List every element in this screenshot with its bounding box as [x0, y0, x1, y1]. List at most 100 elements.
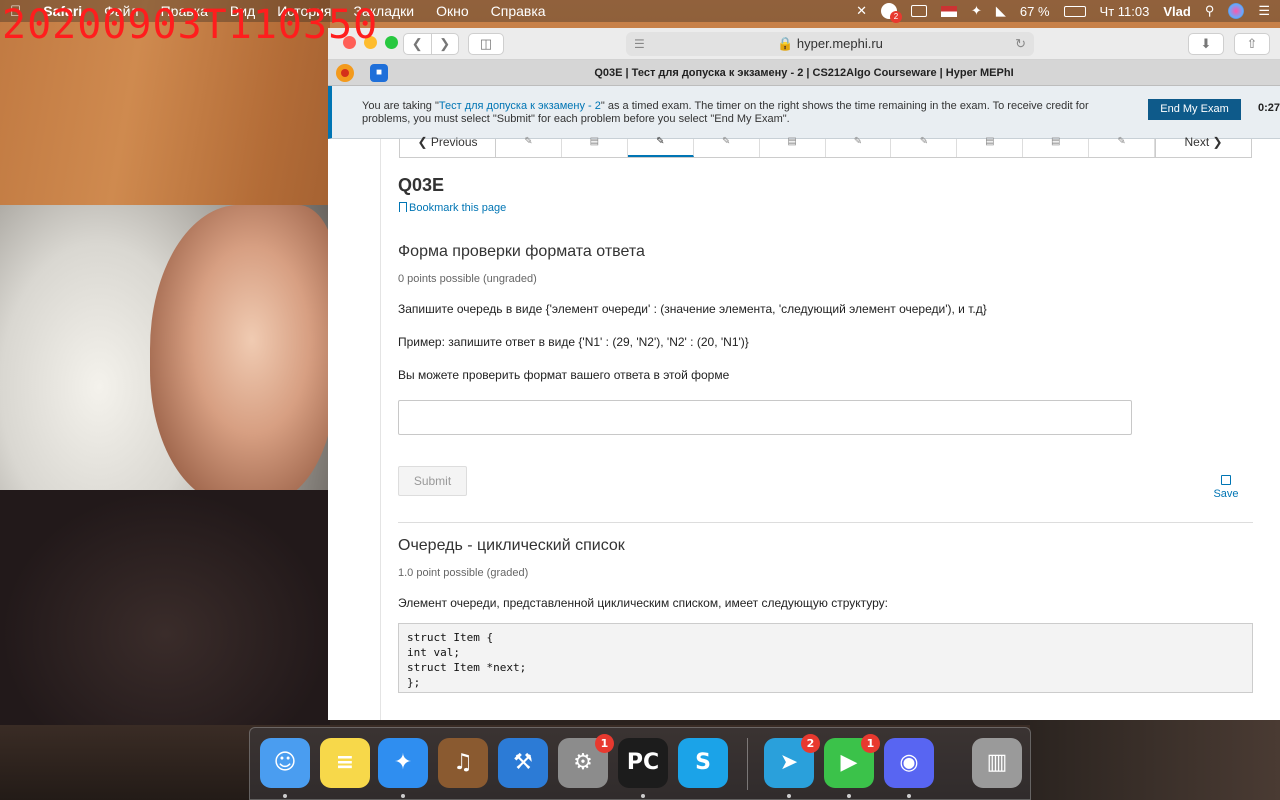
wifi-icon[interactable]: ◣: [996, 3, 1006, 19]
problem-divider: [398, 522, 1253, 523]
sidebar-toggle-button[interactable]: ◫: [468, 33, 504, 55]
recording-timestamp: 20200903T110350: [2, 2, 379, 48]
downloads-button[interactable]: ⬇: [1188, 33, 1224, 55]
notification-icon[interactable]: 2: [880, 3, 902, 23]
notes-icon[interactable]: ≡: [320, 738, 370, 788]
siri-icon[interactable]: [1228, 3, 1245, 19]
problem1-points: 0 points possible (ungraded): [398, 273, 537, 285]
flag-icon[interactable]: [940, 5, 957, 17]
running-indicator: [401, 794, 405, 798]
content-rail: [380, 139, 381, 720]
bookmark-link[interactable]: Bookmark this page: [399, 202, 506, 214]
running-indicator: [641, 794, 645, 798]
problem1-hint: Вы можете проверить формат вашего ответа…: [398, 368, 730, 382]
save-button[interactable]: Save: [1208, 475, 1244, 500]
desk-corner: [1030, 720, 1280, 800]
pycharm-icon[interactable]: PC: [618, 738, 668, 788]
problem1-title: Форма проверки формата ответа: [398, 243, 645, 260]
display-icon[interactable]: [910, 5, 927, 17]
fullscreen-window-button[interactable]: [385, 36, 398, 49]
sequence-nav: ❮ Previous ✎ ▤ ✎ ✎ ▤ ✎ ✎ ▤ ▤ ✎ Next ❯: [399, 136, 1252, 158]
tab-bar: ■ Q03E | Тест для допуска к экзамену - 2…: [328, 60, 1280, 86]
menu-window[interactable]: Окно: [436, 3, 469, 20]
dock-badge: 2: [801, 734, 820, 753]
timed-exam-banner: You are taking "Тест для допуска к экзам…: [328, 86, 1280, 139]
finder-icon[interactable]: ☺: [260, 738, 310, 788]
notification-center-icon[interactable]: ☰: [1258, 3, 1270, 19]
bluetooth-icon[interactable]: ✦: [971, 3, 982, 19]
mic-muted-icon[interactable]: ✕: [856, 3, 867, 19]
browser-toolbar: ❮ ❯ ◫ ☰ 🔒 hyper.mephi.ru ↻ ⬇ ⇧: [328, 28, 1280, 60]
sequence-item[interactable]: ▤: [562, 137, 628, 157]
save-icon: [1221, 475, 1231, 485]
sequence-item-active[interactable]: ✎: [627, 137, 694, 157]
person-shirt: [0, 490, 330, 730]
trash-icon[interactable]: ▥: [972, 738, 1022, 788]
menu-help[interactable]: Справка: [491, 3, 546, 20]
previous-label: Previous: [430, 135, 478, 149]
battery-percent: 67 %: [1019, 3, 1050, 19]
sequence-item[interactable]: ✎: [496, 137, 562, 157]
user-name[interactable]: Vlad: [1163, 4, 1190, 19]
running-indicator: [787, 794, 791, 798]
unit-title: Q03E: [398, 175, 445, 195]
problem2-points: 1.0 point possible (graded): [398, 567, 529, 579]
exam-message-prefix: You are taking ": [362, 100, 439, 112]
back-button[interactable]: ❮: [404, 34, 432, 54]
skype-icon[interactable]: S: [678, 738, 728, 788]
spotlight-icon[interactable]: ⚲: [1205, 3, 1215, 19]
submit-button[interactable]: Submit: [398, 466, 467, 496]
problem1-example: Пример: запишите ответ в виде {'N1' : (2…: [398, 335, 749, 349]
previous-button[interactable]: ❮ Previous: [400, 136, 496, 157]
favorite-site-icon[interactable]: [336, 64, 354, 82]
running-indicator: [283, 794, 287, 798]
favorites: ■: [336, 64, 388, 82]
code-block: struct Item { int val; struct Item *next…: [398, 623, 1253, 693]
exam-timer: 0:27:: [1258, 102, 1280, 114]
problem2-title: Очередь - циклический список: [398, 537, 625, 554]
telegram-icon[interactable]: ➤ 2: [764, 734, 820, 788]
clock[interactable]: Чт 11:03: [1100, 4, 1150, 19]
exam-message: You are taking "Тест для допуска к экзам…: [362, 100, 1092, 126]
nav-buttons: ❮ ❯: [403, 33, 459, 55]
sequence-item[interactable]: ▤: [1023, 137, 1090, 157]
address-bar[interactable]: ☰ 🔒 hyper.mephi.ru ↻: [626, 32, 1034, 56]
exam-link[interactable]: Тест для допуска к экзамену - 2: [439, 100, 601, 112]
next-button[interactable]: Next ❯: [1155, 136, 1251, 157]
save-label: Save: [1213, 488, 1239, 500]
next-label: Next: [1184, 135, 1210, 149]
notification-badge: 2: [889, 11, 902, 23]
running-indicator: [907, 794, 911, 798]
sequence-item[interactable]: ▤: [957, 137, 1024, 157]
battery-icon[interactable]: [1063, 5, 1086, 17]
discord-icon[interactable]: ◉: [884, 738, 934, 788]
problem2-text: Элемент очереди, представленной цикличес…: [398, 596, 889, 610]
sequence-item[interactable]: ✎: [694, 137, 760, 157]
dock-separator: [747, 738, 748, 790]
sequence-item[interactable]: ✎: [891, 137, 958, 157]
facetime-icon[interactable]: ▶ 1: [824, 734, 880, 788]
end-exam-button[interactable]: End My Exam: [1148, 99, 1241, 120]
answer-input[interactable]: [398, 400, 1132, 435]
gear-icon[interactable]: ⚙ 1: [558, 734, 614, 788]
sequence-item[interactable]: ✎: [1089, 137, 1156, 157]
course-content: ❮ Previous ✎ ▤ ✎ ✎ ▤ ✎ ✎ ▤ ▤ ✎ Next ❯ Q0…: [328, 136, 1280, 720]
forward-button[interactable]: ❯: [432, 34, 459, 54]
safari-window: ❮ ❯ ◫ ☰ 🔒 hyper.mephi.ru ↻ ⬇ ⇧ ■ Q03E | …: [328, 28, 1280, 720]
menubar-right: ✕ 2 ✦ ◣ 67 % Чт 11:03 Vlad ⚲ ☰: [856, 3, 1270, 23]
xcode-icon[interactable]: ⚒: [498, 738, 548, 788]
garageband-icon[interactable]: ♫: [438, 738, 488, 788]
person-face: [150, 205, 335, 505]
bookmark-label: Bookmark this page: [409, 202, 507, 214]
reload-icon[interactable]: ↻: [1015, 32, 1026, 56]
reader-icon[interactable]: ☰: [634, 32, 645, 56]
problem1-instruction: Запишите очередь в виде {'элемент очеред…: [398, 302, 987, 316]
share-button[interactable]: ⇧: [1234, 33, 1270, 55]
dock-badge: 1: [861, 734, 880, 753]
chat-icon[interactable]: ■: [370, 64, 388, 82]
sequence-item[interactable]: ✎: [826, 137, 892, 157]
active-tab-title[interactable]: Q03E | Тест для допуска к экзамену - 2 |…: [594, 67, 1013, 79]
safari-icon[interactable]: ✦: [378, 738, 428, 788]
sequence-item[interactable]: ▤: [760, 137, 826, 157]
url-text: hyper.mephi.ru: [796, 36, 883, 51]
